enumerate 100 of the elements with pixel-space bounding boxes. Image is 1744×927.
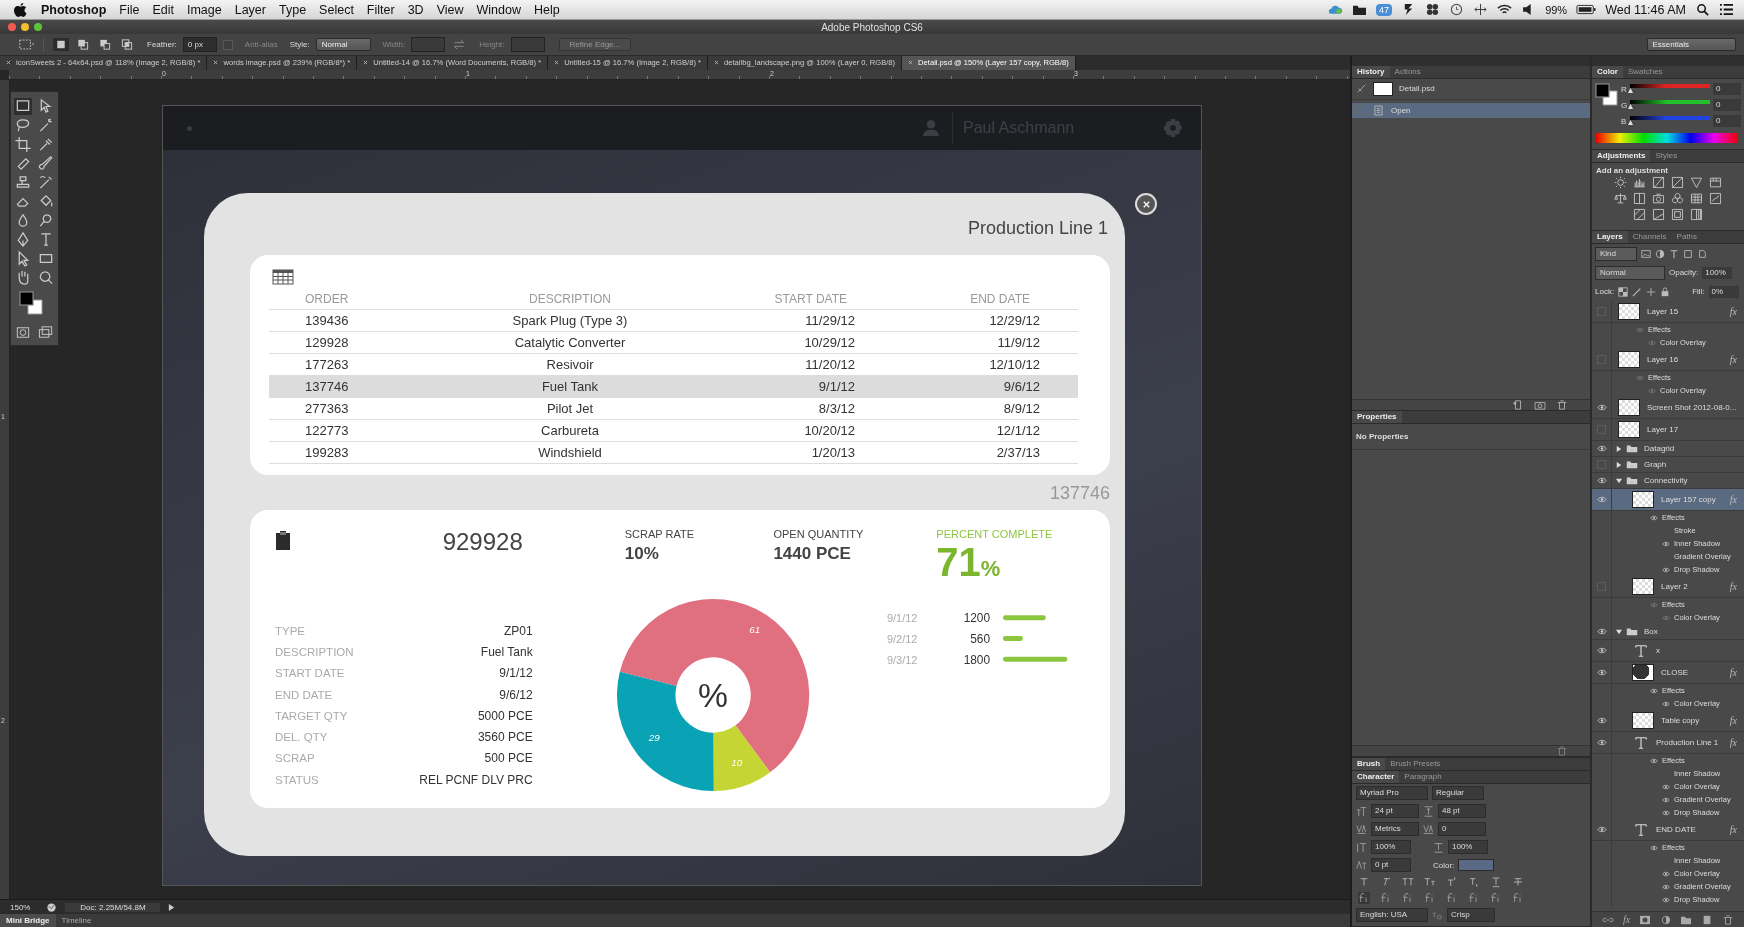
checker-icon[interactable]	[1618, 286, 1629, 297]
effects-badge[interactable]: fx	[1729, 306, 1737, 317]
layer-row[interactable]: END DATE fx	[1592, 819, 1744, 841]
scale-icon[interactable]	[1614, 192, 1627, 205]
filter-kind-dropdown[interactable]: Kind	[1595, 246, 1637, 261]
menu-item[interactable]: Layer	[234, 2, 266, 17]
eye-icon[interactable]	[1662, 540, 1670, 547]
opacity-field[interactable]: 100%	[1702, 266, 1733, 279]
menu-item[interactable]: Type	[279, 2, 307, 17]
eyedropper-icon[interactable]	[37, 136, 55, 153]
fi-ligature-icon[interactable]	[1358, 892, 1370, 904]
menubar-clock[interactable]: Wed 11:46 AM	[1605, 2, 1686, 17]
eye-icon[interactable]	[1662, 796, 1670, 803]
panel-tab[interactable]: Swatches	[1622, 66, 1668, 78]
subtract-selection-icon[interactable]	[97, 38, 113, 51]
eye-icon[interactable]	[1650, 844, 1658, 851]
history-brush-icon[interactable]	[37, 174, 55, 191]
disclosure-triangle-icon[interactable]	[1616, 445, 1622, 452]
lock-icon[interactable]	[1660, 286, 1671, 297]
slider-thumb[interactable]	[1628, 120, 1633, 125]
table-row[interactable]: 277363 Pilot Jet 8/3/12 8/9/12	[269, 398, 1078, 420]
panel-tab[interactable]: Character	[1352, 771, 1400, 783]
eye-icon[interactable]	[1650, 757, 1658, 764]
apple-icon[interactable]	[14, 2, 27, 17]
disclosure-triangle-icon[interactable]	[1616, 477, 1622, 484]
layer-row[interactable]: CLOSE fx	[1592, 662, 1744, 684]
snapshot-name[interactable]: Detail.psd	[1399, 84, 1435, 94]
zoom-icon[interactable]	[37, 269, 55, 286]
layer-row[interactable]: Layer 15 fx	[1592, 301, 1744, 323]
channel-slider[interactable]	[1630, 116, 1710, 126]
close-icon[interactable]	[213, 60, 219, 65]
eye-icon[interactable]	[1596, 628, 1607, 635]
close-button[interactable]	[1135, 193, 1157, 215]
trash-icon[interactable]	[1556, 399, 1568, 410]
lasso-icon[interactable]	[14, 117, 32, 134]
bars-icon[interactable]	[1709, 176, 1722, 189]
menu-item[interactable]: Image	[186, 2, 222, 17]
marquee-icon[interactable]	[14, 98, 32, 115]
type-icon[interactable]	[1669, 248, 1679, 259]
panel-tab[interactable]: Actions	[1389, 66, 1426, 78]
eye-icon[interactable]	[1662, 783, 1670, 790]
blend-mode-dropdown[interactable]: Normal	[1595, 265, 1665, 280]
wifi-icon[interactable]	[1497, 3, 1513, 16]
close-window-button[interactable]	[8, 23, 16, 31]
eye-icon[interactable]	[1650, 514, 1658, 521]
mask-icon[interactable]	[1638, 914, 1651, 925]
half-circle-icon[interactable]	[1655, 248, 1665, 259]
sun-icon[interactable]	[1614, 176, 1627, 189]
table-row[interactable]: 137746 Fuel Tank 9/1/12 9/6/12	[269, 376, 1078, 398]
pen-icon[interactable]	[14, 231, 32, 248]
folder-icon[interactable]	[1352, 3, 1368, 16]
type-style-icon[interactable]	[1424, 876, 1436, 888]
type-style-icon[interactable]	[1402, 876, 1414, 888]
magic-wand-icon[interactable]	[37, 117, 55, 134]
panel-tab[interactable]: Brush	[1352, 758, 1386, 770]
background-color-swatch[interactable]	[1602, 90, 1618, 106]
table-row[interactable]: 129928 Catalytic Converter 10/29/12 11/9/12	[269, 332, 1078, 354]
trash-icon[interactable]	[1721, 914, 1734, 925]
curve-icon[interactable]	[1652, 176, 1665, 189]
table-row[interactable]: 122773 Carbureta 10/20/12 12/1/12	[269, 420, 1078, 442]
channel-slider[interactable]	[1630, 100, 1710, 110]
channel-value-field[interactable]: 0	[1713, 99, 1741, 111]
slider-thumb[interactable]	[1628, 88, 1633, 93]
transform-icon[interactable]	[1683, 248, 1693, 259]
camera-icon[interactable]	[1534, 399, 1546, 410]
font-family-dropdown[interactable]: Myriad Pro	[1356, 786, 1428, 800]
eye-icon[interactable]	[1596, 496, 1607, 503]
disclosure-triangle-icon[interactable]	[1616, 628, 1622, 635]
arrows-icon[interactable]	[1473, 3, 1489, 16]
fill-field[interactable]: 0%	[1708, 285, 1739, 298]
menu-item[interactable]: Edit	[152, 2, 174, 17]
snapshot-thumbnail[interactable]	[1373, 82, 1393, 96]
effects-badge[interactable]: fx	[1729, 667, 1737, 678]
trash-icon[interactable]	[1556, 746, 1568, 756]
panel-tab[interactable]: Color	[1592, 66, 1623, 78]
intersect-selection-icon[interactable]	[119, 38, 135, 51]
layer-row[interactable]: Screen Shot 2012-08-0...	[1592, 397, 1744, 419]
eye-icon[interactable]	[1662, 870, 1670, 877]
leading-dropdown[interactable]: 48 pt	[1438, 804, 1486, 818]
zoom-level[interactable]: 150%	[10, 902, 31, 912]
eye-icon[interactable]	[1596, 647, 1607, 654]
layer-row[interactable]: Graph	[1592, 457, 1744, 473]
foreground-color-swatch[interactable]	[19, 291, 34, 306]
effects-badge[interactable]: fx	[1729, 715, 1737, 726]
eye-icon[interactable]	[1662, 883, 1670, 890]
close-icon[interactable]	[554, 60, 560, 65]
font-size-dropdown[interactable]: 24 pt	[1371, 804, 1419, 818]
new-selection-icon[interactable]	[53, 38, 69, 51]
layer-row[interactable]: Layer 16 fx	[1592, 349, 1744, 371]
panel-tab[interactable]: Timeline	[55, 914, 98, 927]
type-style-icon[interactable]	[1358, 876, 1370, 888]
eye-icon[interactable]	[1596, 669, 1607, 676]
marquee-icon[interactable]	[18, 38, 34, 51]
menu-item[interactable]: File	[119, 2, 140, 17]
type-style-icon[interactable]	[1446, 876, 1458, 888]
table-row[interactable]: 199283 Windshield 1/20/13 2/37/13	[269, 442, 1078, 464]
cloud-icon[interactable]	[1328, 3, 1344, 16]
panel-tab[interactable]: Styles	[1650, 150, 1683, 162]
brush-icon[interactable]	[1632, 286, 1643, 297]
eye-icon[interactable]	[1596, 826, 1607, 833]
